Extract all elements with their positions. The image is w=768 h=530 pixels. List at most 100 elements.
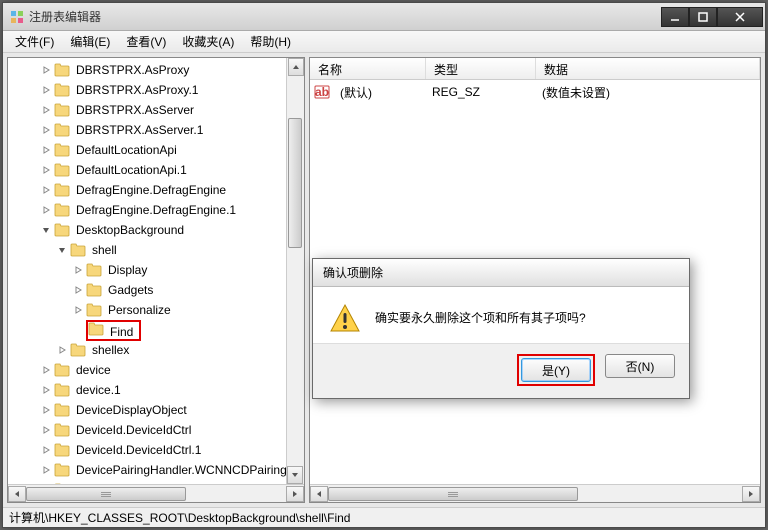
close-button[interactable] (717, 7, 763, 27)
col-name[interactable]: 名称 (310, 58, 426, 79)
tree-node-label: DefaultLocationApi (74, 142, 179, 158)
tree-scrollbar-h[interactable] (8, 484, 304, 502)
tree-node[interactable]: DBRSTPRX.AsProxy.1 (8, 80, 304, 100)
scroll-right-icon[interactable] (286, 486, 304, 502)
menu-edit[interactable]: 编辑(E) (62, 30, 118, 53)
expander-icon[interactable] (40, 164, 52, 176)
tree-node[interactable]: device (8, 360, 304, 380)
expander-icon[interactable] (40, 364, 52, 376)
tree-node[interactable]: DBRSTPRX.AsServer.1 (8, 120, 304, 140)
tree-node-label: DeviceDisplayObject (74, 402, 189, 418)
status-path: 计算机\HKEY_CLASSES_ROOT\DesktopBackground\… (9, 509, 350, 526)
folder-icon (54, 123, 70, 137)
tree-node-label: DBRSTPRX.AsProxy.1 (74, 82, 200, 98)
scroll-up-icon[interactable] (288, 58, 304, 76)
scroll-right-icon[interactable] (742, 486, 760, 502)
no-button[interactable]: 否(N) (605, 354, 675, 378)
expander-icon[interactable] (40, 464, 52, 476)
tree-node[interactable]: DBRSTPRX.AsServer (8, 100, 304, 120)
values-scrollbar-h[interactable] (310, 484, 760, 502)
warning-icon (329, 303, 361, 335)
tree-node-label: Find (108, 324, 135, 340)
folder-icon (86, 263, 102, 277)
tree-node[interactable]: Personalize (8, 300, 304, 320)
menu-help[interactable]: 帮助(H) (242, 30, 299, 53)
expander-icon[interactable] (56, 244, 68, 256)
dialog-title[interactable]: 确认项删除 (313, 259, 689, 287)
folder-icon (54, 463, 70, 477)
tree-node-label: DevicePairingHandler.WCNNCDPairing (74, 462, 289, 478)
tree-node-label: DeviceId.DeviceIdCtrl (74, 422, 193, 438)
statusbar: 计算机\HKEY_CLASSES_ROOT\DesktopBackground\… (3, 507, 765, 527)
folder-icon (54, 383, 70, 397)
window-title: 注册表编辑器 (29, 8, 661, 25)
expander-icon[interactable] (72, 324, 84, 336)
tree-node[interactable]: DefaultLocationApi (8, 140, 304, 160)
scroll-left-icon[interactable] (310, 486, 328, 502)
tree-node[interactable]: device.1 (8, 380, 304, 400)
dialog-body: 确实要永久删除这个项和所有其子项吗? (313, 287, 689, 343)
tree-node[interactable]: DeviceId.DeviceIdCtrl.1 (8, 440, 304, 460)
minimize-button[interactable] (661, 7, 689, 27)
expander-icon[interactable] (40, 204, 52, 216)
expander-icon[interactable] (56, 344, 68, 356)
menu-favorites[interactable]: 收藏夹(A) (174, 30, 242, 53)
expander-icon[interactable] (40, 224, 52, 236)
expander-icon[interactable] (40, 84, 52, 96)
tree-node-label: device.1 (74, 382, 123, 398)
expander-icon[interactable] (72, 284, 84, 296)
maximize-button[interactable] (689, 7, 717, 27)
tree-node-label: device (74, 362, 113, 378)
expander-icon[interactable] (40, 444, 52, 456)
tree-node[interactable]: DBRSTPRX.AsProxy (8, 60, 304, 80)
expander-icon[interactable] (40, 64, 52, 76)
svg-text:ab: ab (315, 85, 329, 99)
list-body[interactable]: ab (默认) REG_SZ (数值未设置) (310, 80, 760, 104)
value-name: (默认) (332, 84, 424, 101)
tree-node[interactable]: DesktopBackground (8, 220, 304, 240)
titlebar[interactable]: 注册表编辑器 (3, 3, 765, 31)
expander-icon[interactable] (40, 184, 52, 196)
registry-tree[interactable]: DBRSTPRX.AsProxy DBRSTPRX.AsProxy.1 DBRSTP… (8, 58, 304, 484)
tree-node[interactable]: shell (8, 240, 304, 260)
tree-node[interactable]: shellex (8, 340, 304, 360)
yes-button-highlight: 是(Y) (517, 354, 595, 386)
expander-icon[interactable] (40, 124, 52, 136)
tree-node[interactable]: DeviceId.DeviceIdCtrl (8, 420, 304, 440)
tree-node[interactable]: DefragEngine.DefragEngine.1 (8, 200, 304, 220)
folder-icon (54, 203, 70, 217)
tree-node[interactable]: Gadgets (8, 280, 304, 300)
expander-icon[interactable] (40, 384, 52, 396)
scroll-thumb-v[interactable] (288, 118, 302, 248)
value-row[interactable]: ab (默认) REG_SZ (数值未设置) (310, 82, 760, 102)
tree-node[interactable]: Find (8, 320, 304, 340)
expander-icon[interactable] (72, 264, 84, 276)
col-data[interactable]: 数据 (536, 58, 760, 79)
app-icon (9, 9, 25, 25)
tree-node[interactable]: DeviceDisplayObject (8, 400, 304, 420)
yes-button[interactable]: 是(Y) (521, 358, 591, 382)
menu-view[interactable]: 查看(V) (118, 30, 174, 53)
tree-node-label: Gadgets (106, 282, 155, 298)
tree-scrollbar-v[interactable] (286, 58, 304, 484)
expander-icon[interactable] (40, 104, 52, 116)
col-type[interactable]: 类型 (426, 58, 536, 79)
menu-file[interactable]: 文件(F) (7, 30, 62, 53)
expander-icon[interactable] (40, 424, 52, 436)
value-type: REG_SZ (424, 85, 534, 99)
tree-node[interactable]: DefragEngine.DefragEngine (8, 180, 304, 200)
folder-icon (54, 403, 70, 417)
expander-icon[interactable] (72, 304, 84, 316)
dialog-buttons: 是(Y) 否(N) (313, 343, 689, 398)
scroll-left-icon[interactable] (8, 486, 26, 502)
tree-node-label: shellex (90, 342, 131, 358)
tree-node[interactable]: DevicePairingHandler.WCNNCDPairing (8, 460, 304, 480)
tree-node-label: DBRSTPRX.AsProxy (74, 62, 191, 78)
tree-node-label: shell (90, 242, 119, 258)
scroll-down-icon[interactable] (287, 466, 303, 484)
tree-node[interactable]: DefaultLocationApi.1 (8, 160, 304, 180)
folder-icon (54, 443, 70, 457)
expander-icon[interactable] (40, 144, 52, 156)
tree-node[interactable]: Display (8, 260, 304, 280)
expander-icon[interactable] (40, 404, 52, 416)
